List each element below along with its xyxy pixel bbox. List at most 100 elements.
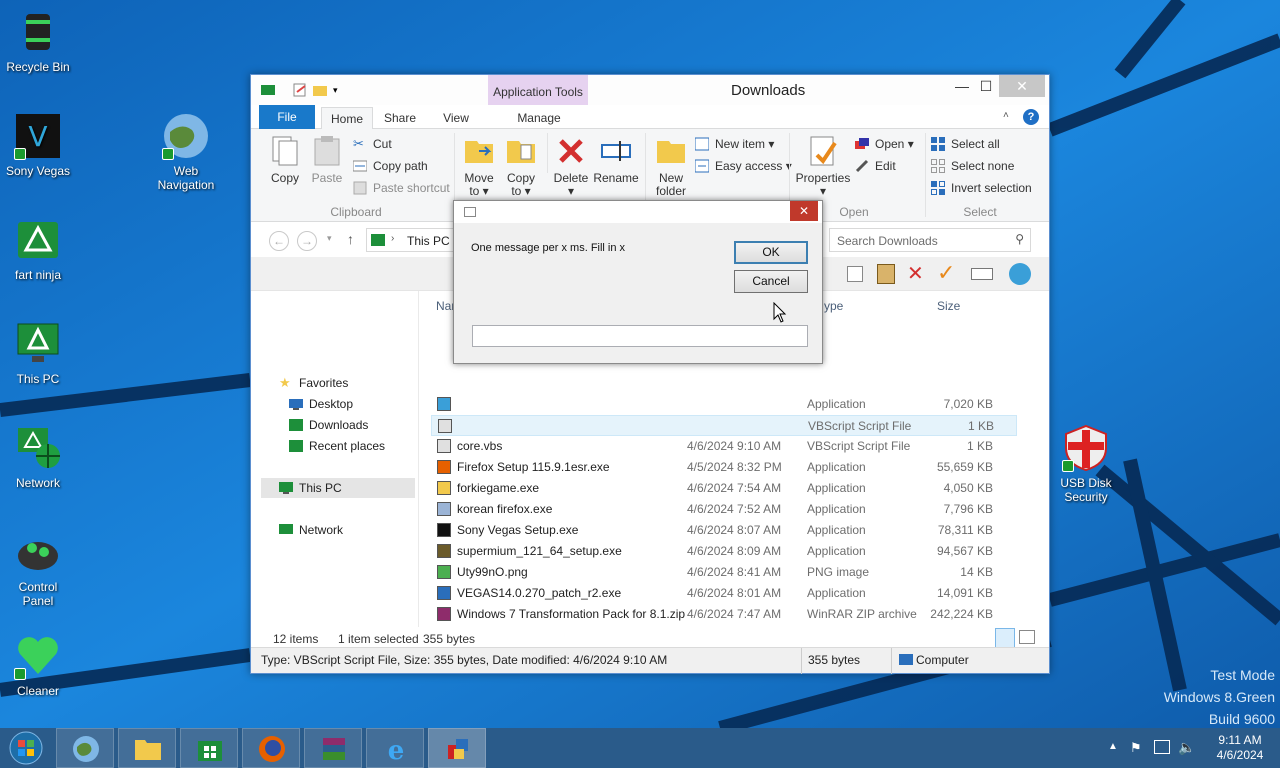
column-header-size[interactable]: Size (937, 299, 960, 313)
action-center-flag-icon[interactable]: ⚑ (1130, 740, 1144, 755)
title-bar[interactable]: ▾ Application Tools Downloads — ☐ ✕ (251, 75, 1049, 105)
column-header-type[interactable]: ype (824, 299, 843, 313)
delete-button[interactable]: Delete ▾ (551, 135, 591, 198)
nav-desktop[interactable]: Desktop (289, 394, 353, 414)
file-row[interactable]: Application 7,020 KB (431, 394, 1017, 415)
tab-home[interactable]: Home (321, 107, 373, 130)
paste-button[interactable]: Paste (307, 135, 347, 185)
details-view-button[interactable] (995, 628, 1015, 648)
desktop-icon-cleaner[interactable]: Cleaner (0, 632, 76, 698)
desktop-icon-fart-ninja[interactable]: fart ninja (0, 216, 76, 282)
show-hidden-icons-button[interactable]: ▲ (1108, 741, 1118, 752)
file-row[interactable]: Firefox Setup 115.9.1esr.exe 4/5/2024 8:3… (431, 457, 1017, 478)
help-icon[interactable]: ? (1023, 109, 1039, 125)
paste-label: Paste (311, 171, 343, 185)
file-row[interactable]: korean firefox.exe 4/6/2024 7:52 AM Applic… (431, 499, 1017, 520)
delete-icon (555, 135, 587, 167)
edit-button[interactable]: Edit (855, 157, 896, 175)
globe-icon[interactable] (1009, 263, 1031, 285)
taskbar-active-app[interactable] (428, 728, 486, 768)
taskbar-firefox[interactable] (242, 728, 300, 768)
dialog-input-field[interactable] (472, 325, 808, 347)
nav-downloads[interactable]: Downloads (289, 415, 368, 435)
file-type: PNG image (807, 565, 870, 579)
nav-recent-places[interactable]: Recent places (289, 436, 385, 456)
control-panel-icon (14, 528, 62, 576)
forward-button[interactable]: → (297, 231, 317, 251)
new-folder-icon[interactable] (313, 83, 327, 97)
desktop-icon-web-navigation[interactable]: Web Navigation (148, 112, 224, 192)
back-button[interactable]: ← (269, 231, 289, 251)
invert-selection-button[interactable]: Invert selection (931, 179, 1032, 197)
network-tray-icon[interactable] (1154, 740, 1170, 754)
properties-icon[interactable] (293, 83, 307, 97)
tab-manage[interactable]: Manage (501, 107, 577, 129)
ok-button[interactable]: OK (734, 241, 808, 264)
desktop-icon-sony-vegas[interactable]: V Sony Vegas (0, 112, 76, 178)
volume-muted-icon[interactable]: 🔈 (1178, 739, 1195, 756)
large-icons-view-button[interactable] (1019, 630, 1035, 644)
nav-favorites[interactable]: ★ Favorites (279, 373, 348, 393)
file-row[interactable]: core.vbs 4/6/2024 9:10 AM VBScript Script … (431, 436, 1017, 457)
select-none-button[interactable]: Select none (931, 157, 1014, 175)
open-button[interactable]: Open ▾ (855, 135, 914, 153)
move-to-button[interactable]: Move to ▾ (459, 135, 499, 198)
chevron-down-icon[interactable]: ▾ (333, 83, 347, 97)
tab-file[interactable]: File (259, 105, 315, 129)
svg-text:e: e (388, 736, 405, 763)
close-button[interactable]: ✕ (999, 75, 1045, 97)
file-row[interactable]: forkiegame.exe 4/6/2024 7:54 AM Applicatio… (431, 478, 1017, 499)
file-row[interactable]: Windows 7 Transformation Pack for 8.1.zi… (431, 604, 1017, 625)
copy-icon[interactable] (847, 266, 863, 282)
file-row[interactable]: VEGAS14.0.270_patch_r2.exe 4/6/2024 8:01 … (431, 583, 1017, 604)
copy-path-button[interactable]: Copy path (352, 157, 428, 175)
checkmark-icon[interactable]: ✓ (937, 260, 955, 286)
delete-icon[interactable]: ✕ (907, 261, 924, 286)
chevron-down-icon[interactable]: ▾ (327, 233, 332, 244)
select-all-button[interactable]: Select all (931, 135, 1000, 153)
internet-explorer-icon: e (382, 735, 410, 766)
desktop-icon-network[interactable]: Network (0, 424, 76, 490)
file-name: Sony Vegas Setup.exe (457, 523, 579, 537)
dialog-close-button[interactable]: ✕ (790, 201, 818, 221)
dialog-title-bar[interactable]: ✕ (454, 201, 822, 223)
taskbar-file-explorer[interactable] (118, 728, 176, 768)
file-row[interactable]: supermium_121_64_setup.exe 4/6/2024 8:09 … (431, 541, 1017, 562)
clock[interactable]: 9:11 AM 4/6/2024 (1205, 733, 1275, 763)
details-bar: Type: VBScript Script File, Size: 355 by… (251, 647, 1049, 674)
desktop-icon-this-pc[interactable]: This PC (0, 320, 76, 386)
maximize-button[interactable]: ☐ (971, 75, 1001, 97)
taskbar-internet-explorer[interactable]: e (366, 728, 424, 768)
desktop-icon-usb-disk-security[interactable]: USB Disk Security (1048, 424, 1124, 504)
start-button[interactable] (4, 730, 48, 766)
easy-access-button[interactable]: Easy access ▾ (694, 157, 792, 175)
file-row[interactable]: Uty99nO.png 4/6/2024 8:41 AM PNG image 14 K… (431, 562, 1017, 583)
file-row[interactable]: Sony Vegas Setup.exe 4/6/2024 8:07 AM Appl… (431, 520, 1017, 541)
desktop-icon-control-panel[interactable]: Control Panel (0, 528, 76, 608)
cancel-button[interactable]: Cancel (734, 270, 808, 293)
up-arrow-icon[interactable]: ↑ (347, 231, 354, 247)
tab-view[interactable]: View (433, 107, 479, 129)
firefox-icon (258, 735, 286, 763)
paste-shortcut-button[interactable]: Paste shortcut (353, 179, 450, 197)
file-size: 4,050 KB (943, 481, 993, 495)
taskbar-store[interactable] (180, 728, 238, 768)
nav-network[interactable]: Network (279, 520, 343, 540)
rename-icon[interactable] (971, 268, 993, 280)
rename-button[interactable]: Rename (593, 135, 639, 185)
new-folder-button[interactable]: New folder (649, 135, 693, 198)
nav-this-pc[interactable]: This PC (261, 478, 415, 498)
paste-icon[interactable] (877, 264, 895, 284)
properties-button[interactable]: Properties ▾ (795, 135, 851, 198)
taskbar-globe[interactable] (56, 728, 114, 768)
file-row[interactable]: VBScript Script File 1 KB (431, 415, 1017, 436)
taskbar-winrar[interactable] (304, 728, 362, 768)
new-item-button[interactable]: New item ▾ (694, 135, 774, 153)
copy-to-button[interactable]: Copy to ▾ (501, 135, 541, 198)
copy-button[interactable]: Copy (265, 135, 305, 185)
cut-button[interactable]: ✂ Cut (353, 135, 392, 153)
tab-share[interactable]: Share (377, 107, 423, 129)
desktop-icon-recycle-bin[interactable]: Recycle Bin (0, 8, 76, 74)
chevron-up-icon[interactable]: ˄ (1003, 110, 1009, 121)
search-input[interactable]: Search Downloads ⚲ (829, 228, 1031, 252)
